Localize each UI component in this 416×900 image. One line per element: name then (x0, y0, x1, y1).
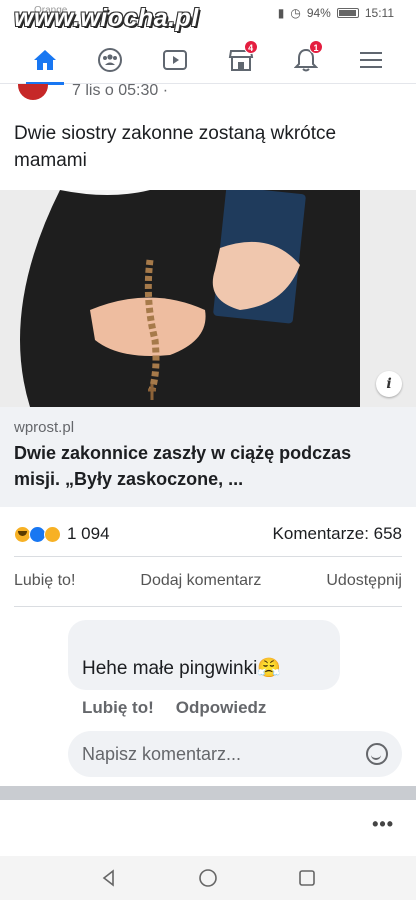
reaction-count: 1 094 (67, 524, 110, 543)
comment-text: Hehe małe pingwinki😤 (82, 658, 281, 679)
battery-percent: 94% (306, 6, 331, 20)
video-icon (163, 49, 188, 70)
groups-icon (97, 47, 122, 72)
android-nav-bar (0, 856, 416, 900)
divider (14, 556, 402, 557)
next-post-author-redacted (14, 816, 244, 832)
home-circle-icon[interactable] (198, 868, 218, 888)
wow-icon (44, 525, 61, 543)
reactions-summary[interactable]: 1 094 (14, 524, 110, 544)
back-icon[interactable] (100, 869, 118, 887)
link-title: Dwie zakonnice zaszły w ciążę podczas mi… (14, 443, 352, 489)
more-options-icon[interactable]: ••• (372, 814, 394, 835)
comment-reply-button[interactable]: Odpowiedz (176, 698, 267, 718)
hamburger-icon (360, 51, 383, 68)
like-button[interactable]: Lubię to! (14, 572, 75, 590)
link-preview[interactable]: wprost.pl Dwie zakonnice zaszły w ciążę … (0, 407, 416, 507)
alarm-icon: ◷ (290, 6, 301, 20)
emoji-icon[interactable] (366, 743, 388, 765)
reactions-row: 1 094 Komentarze: 658 (14, 520, 402, 548)
page-avatar[interactable] (18, 84, 48, 100)
share-button[interactable]: Udostępnij (326, 572, 402, 590)
comment-actions: Lubię to! Odpowiedz (82, 698, 266, 718)
home-icon (33, 49, 56, 70)
comment-like-button[interactable]: Lubię to! (82, 698, 154, 718)
feed-separator (0, 786, 416, 800)
signal-icon: ▮ (277, 6, 285, 20)
comment-compose-box[interactable] (68, 731, 402, 777)
notifications-badge: 1 (308, 39, 323, 54)
nav-watch[interactable] (150, 38, 200, 82)
next-post-header: ••• (0, 800, 416, 856)
post-timestamp[interactable]: 7 lis o 05:30 · (72, 84, 168, 100)
comment-author-redacted (82, 626, 222, 640)
ad-info-button[interactable]: i (376, 371, 402, 397)
battery-icon (336, 8, 359, 18)
comment-bubble[interactable]: Hehe małe pingwinki😤 (68, 620, 340, 690)
post-header: 7 lis o 05:30 · (0, 84, 416, 104)
status-icons: ▮ ◷ 94% 15:11 (278, 6, 394, 20)
nav-home[interactable] (20, 38, 70, 85)
marketplace-badge: 4 (243, 39, 258, 54)
watermark-logo: www.wiocha.pl (14, 4, 199, 32)
comments-count-link[interactable]: Komentarze: 658 (273, 524, 402, 544)
divider (14, 606, 402, 607)
add-comment-button[interactable]: Dodaj komentarz (140, 572, 261, 590)
nav-menu[interactable] (346, 38, 396, 82)
nav-notifications[interactable]: 1 (281, 38, 331, 82)
nav-marketplace[interactable]: 4 (216, 38, 266, 82)
clock: 15:11 (364, 6, 394, 20)
nun-with-bible-and-rosary-image[interactable]: i (0, 190, 416, 407)
post-actions: Lubię to! Dodaj komentarz Udostępnij (14, 572, 402, 590)
comment-input[interactable] (82, 743, 366, 765)
post-text: Dwie siostry zakonne zostaną wkrótce mam… (14, 123, 337, 171)
link-domain: wprost.pl (14, 419, 75, 436)
recents-icon[interactable] (298, 869, 316, 887)
nav-groups[interactable] (85, 38, 135, 82)
post-image-illustration (0, 190, 416, 407)
top-nav: 4 1 (0, 36, 416, 85)
